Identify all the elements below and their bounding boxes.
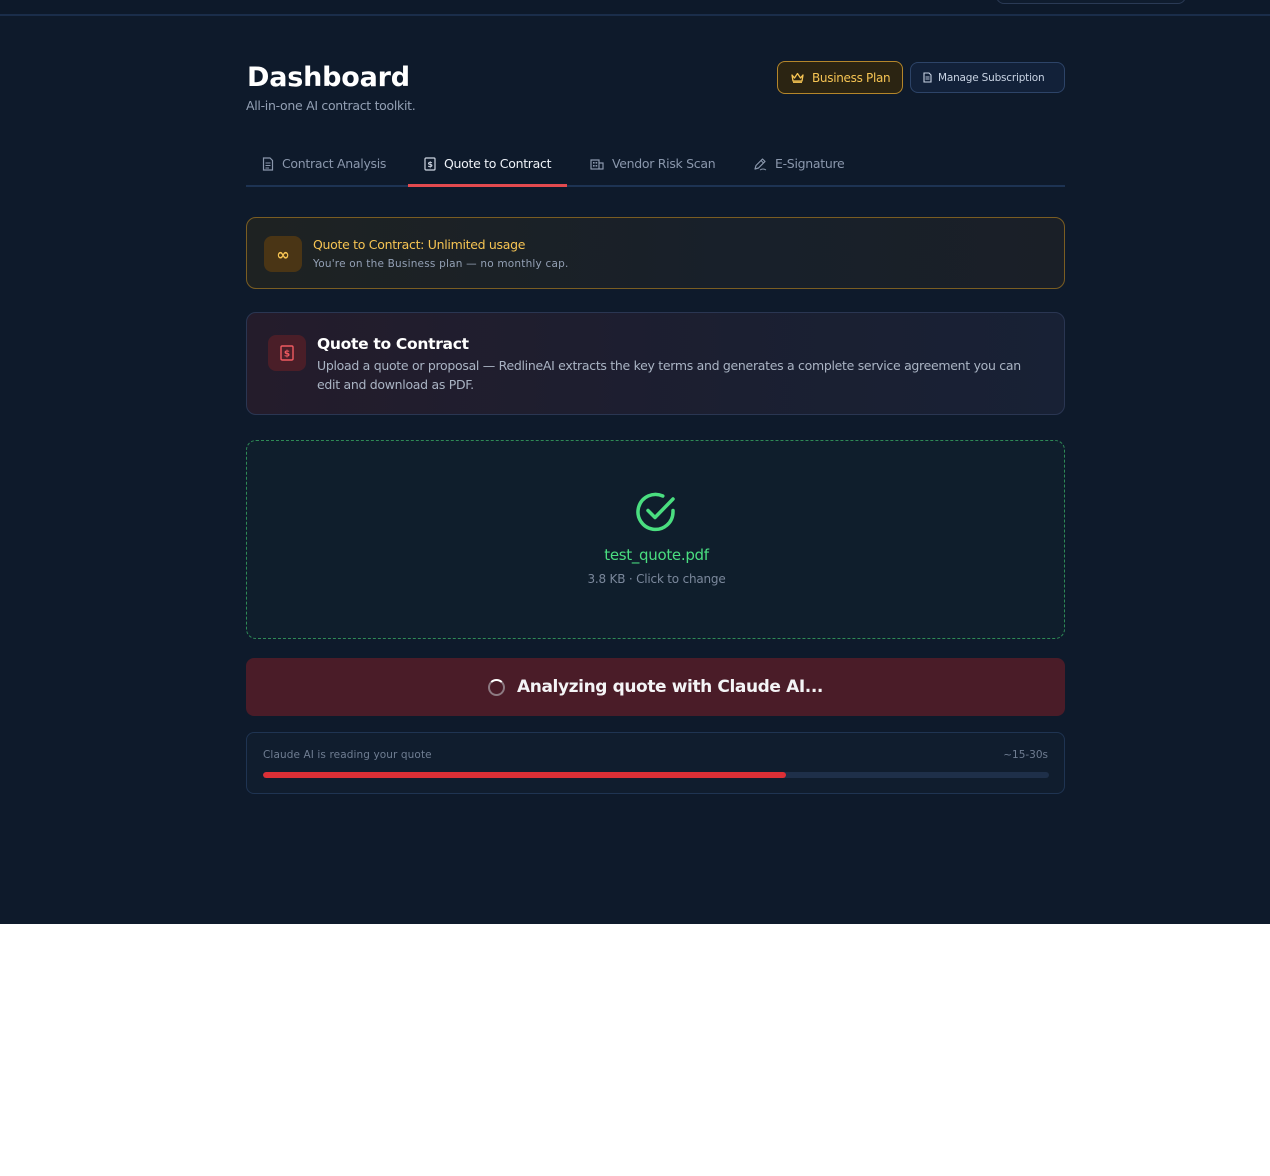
usage-banner: ∞ Quote to Contract: Unlimited usage You… xyxy=(246,217,1065,289)
tab-label: Vendor Risk Scan xyxy=(612,156,716,171)
feature-description: Upload a quote or proposal — RedlineAI e… xyxy=(317,358,1021,392)
usage-title: Quote to Contract: Unlimited usage xyxy=(313,237,526,252)
uploaded-file-name: test_quote.pdf xyxy=(604,546,709,564)
dollar-doc-icon: $ xyxy=(424,156,436,171)
tab-vendor-risk-scan[interactable]: Vendor Risk Scan xyxy=(590,140,716,187)
navbar-search-field[interactable] xyxy=(996,0,1186,4)
manage-subscription-label: Manage Subscription xyxy=(938,71,1045,84)
pen-icon xyxy=(754,157,767,170)
business-plan-button[interactable]: Business Plan xyxy=(777,61,903,94)
svg-text:$: $ xyxy=(284,350,290,360)
file-dropzone[interactable]: test_quote.pdf 3.8 KB · Click to change xyxy=(246,440,1065,639)
progress-card: Claude AI is reading your quote ~15-30s xyxy=(246,732,1065,794)
uploaded-file-meta: 3.8 KB · Click to change xyxy=(587,572,726,586)
usage-subtitle: You're on the Business plan — no monthly… xyxy=(313,258,569,270)
tab-label: E-Signature xyxy=(775,156,845,171)
active-tab-indicator xyxy=(408,184,567,187)
document-icon xyxy=(923,72,932,83)
building-icon xyxy=(590,159,604,170)
infinity-icon: ∞ xyxy=(264,236,302,272)
tool-tabs: Contract Analysis $ Quote to Contract Ve… xyxy=(246,140,1065,187)
crown-icon xyxy=(791,72,804,83)
dollar-doc-icon: $ xyxy=(268,335,306,371)
page-subtitle: All-in-one AI contract toolkit. xyxy=(246,98,416,113)
tab-contract-analysis[interactable]: Contract Analysis xyxy=(262,140,386,187)
page-title: Dashboard xyxy=(247,62,410,93)
manage-subscription-button[interactable]: Manage Subscription xyxy=(910,62,1065,93)
feature-card: $ Quote to Contract Upload a quote or pr… xyxy=(246,312,1065,415)
analyze-button-label: Analyzing quote with Claude AI... xyxy=(517,677,823,697)
top-navbar xyxy=(0,0,1270,16)
check-circle-icon xyxy=(636,492,675,532)
loading-spinner-icon xyxy=(488,678,506,696)
tab-label: Quote to Contract xyxy=(444,156,552,171)
feature-title: Quote to Contract xyxy=(317,335,469,353)
document-icon xyxy=(262,156,274,171)
analyze-button[interactable]: Analyzing quote with Claude AI... xyxy=(246,658,1065,716)
progress-eta: ~15-30s xyxy=(1003,749,1048,761)
progress-track xyxy=(263,772,1049,778)
tab-quote-to-contract[interactable]: $ Quote to Contract xyxy=(424,140,551,187)
progress-fill xyxy=(263,772,786,778)
business-plan-label: Business Plan xyxy=(812,70,891,85)
progress-label: Claude AI is reading your quote xyxy=(263,749,432,761)
tab-e-signature[interactable]: E-Signature xyxy=(753,140,845,187)
svg-text:$: $ xyxy=(427,160,433,169)
tab-label: Contract Analysis xyxy=(282,156,387,171)
app-window: Dashboard All-in-one AI contract toolkit… xyxy=(0,0,1270,924)
